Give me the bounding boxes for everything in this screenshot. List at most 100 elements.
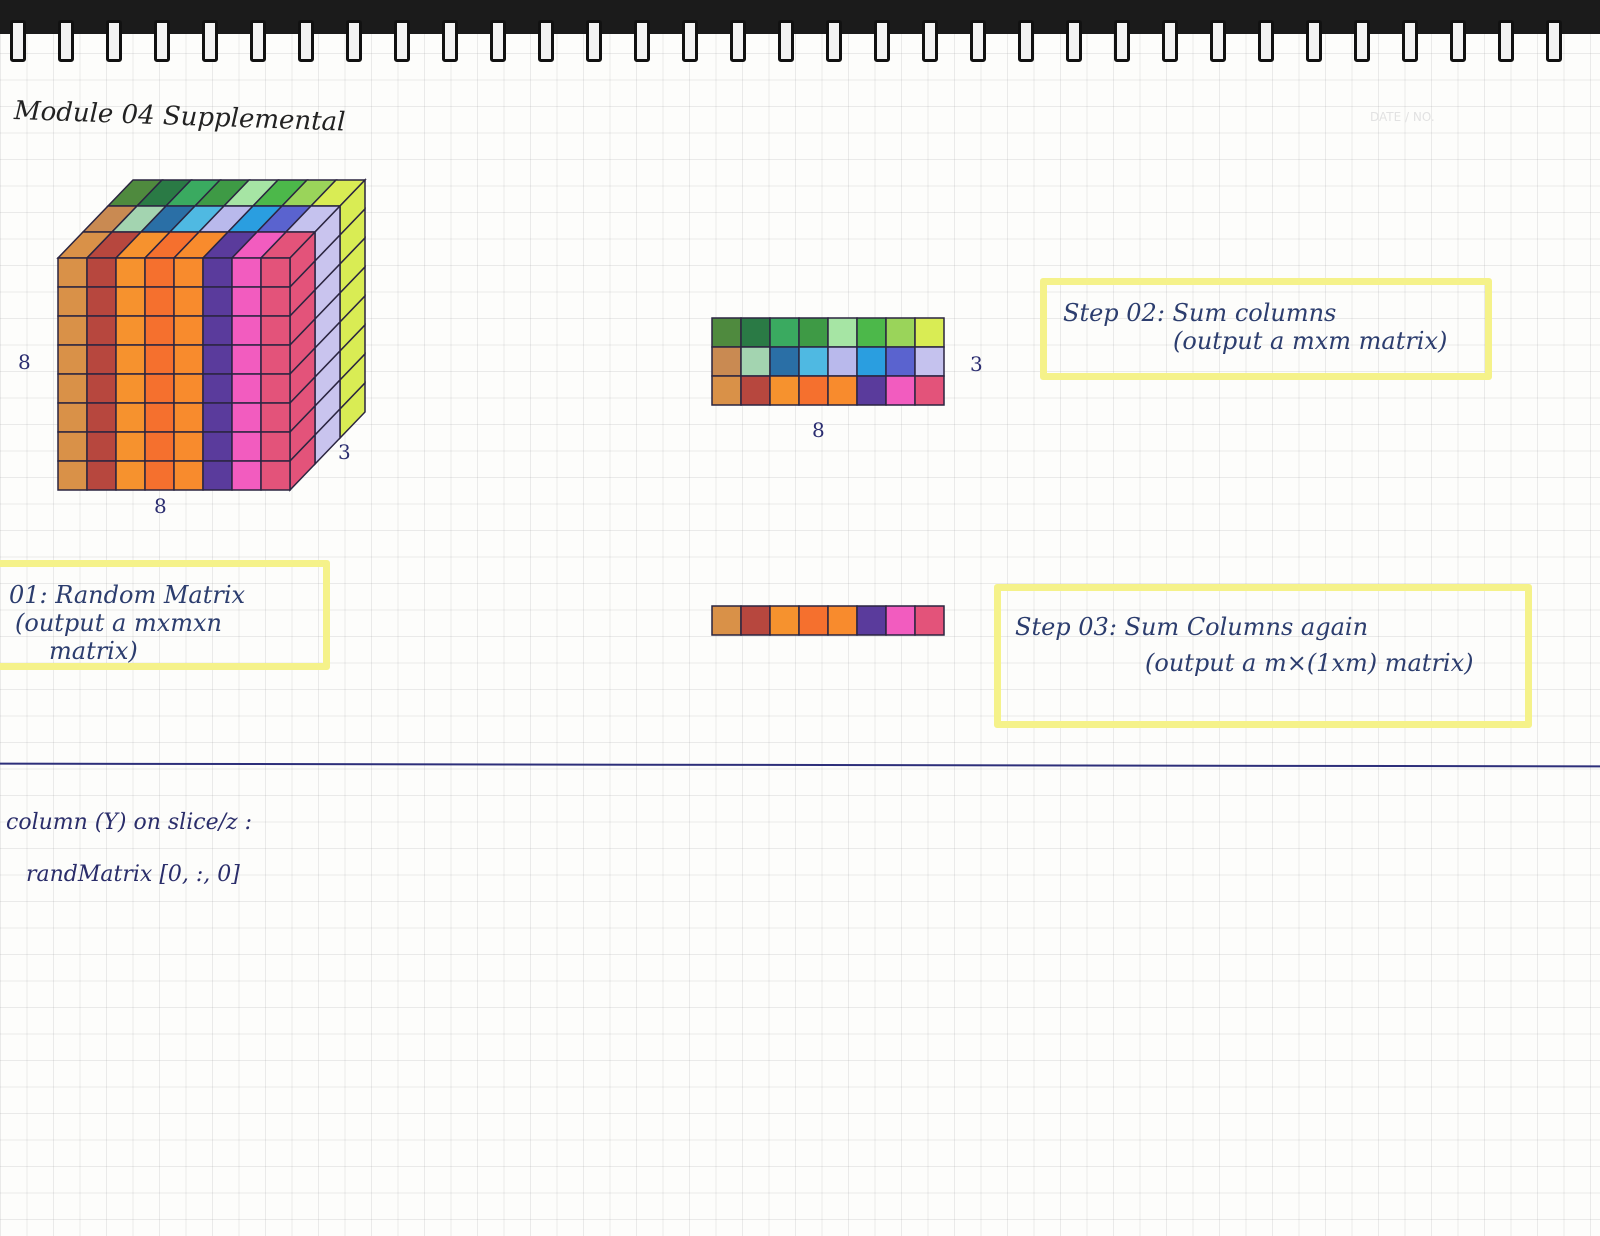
cube-front-cell	[260, 402, 291, 433]
spiral-ring	[1354, 20, 1370, 62]
vector-1x8	[711, 605, 945, 636]
cube-front-cell	[57, 402, 88, 433]
spiral-ring	[1450, 20, 1466, 62]
spiral-ring	[202, 20, 218, 62]
note-randmatrix-index: randMatrix [0, :, 0]	[26, 862, 240, 887]
matrix-cell	[740, 375, 771, 406]
cube-front-cell	[144, 431, 175, 462]
cube-front-cell	[115, 373, 146, 404]
spiral-ring	[1162, 20, 1178, 62]
cube-front-cell	[144, 460, 175, 491]
step01-line3: matrix)	[49, 637, 138, 665]
spiral-ring	[874, 20, 890, 62]
spiral-ring	[250, 20, 266, 62]
cube-front-cell	[231, 286, 262, 317]
cube-front-cell	[115, 431, 146, 462]
spiral-ring	[1546, 20, 1562, 62]
matrix-cell	[740, 346, 771, 377]
matrix-cell	[914, 317, 945, 348]
cube-front-cell	[260, 431, 291, 462]
spiral-ring	[1306, 20, 1322, 62]
cube-height-label: 8	[18, 350, 31, 374]
cube-front-cell	[260, 257, 291, 288]
matrix-cell	[798, 375, 829, 406]
note-column-slice: column (Y) on slice/z :	[6, 810, 252, 835]
cube-front-cell	[115, 286, 146, 317]
vector-cell	[827, 605, 858, 636]
spiral-ring	[394, 20, 410, 62]
spiral-ring	[10, 20, 26, 62]
spiral-ring	[442, 20, 458, 62]
cube-front-cell	[260, 344, 291, 375]
matrix-cols-label: 8	[812, 418, 825, 442]
cube-front-cell	[57, 431, 88, 462]
spiral-ring	[1402, 20, 1418, 62]
spiral-ring	[106, 20, 122, 62]
cube-front-cell	[202, 344, 233, 375]
spiral-ring	[922, 20, 938, 62]
cube-front-cell	[173, 344, 204, 375]
cube-front-cell	[260, 315, 291, 346]
vector-cell	[769, 605, 800, 636]
matrix-cell	[798, 317, 829, 348]
cube-width-label: 8	[154, 494, 167, 518]
cube-front-cell	[173, 460, 204, 491]
matrix-3x8	[711, 317, 945, 406]
cube-front-cell	[144, 344, 175, 375]
vector-cell	[914, 605, 945, 636]
matrix-cell	[769, 375, 800, 406]
cube-front-cell	[173, 402, 204, 433]
cube-front-cell	[231, 344, 262, 375]
matrix-rows-label: 3	[970, 352, 983, 376]
cube-front-cell	[202, 286, 233, 317]
matrix-cell	[827, 317, 858, 348]
step01-callout: 01: Random Matrix (output a mxmxn matrix…	[0, 560, 330, 670]
cube-front-cell	[86, 402, 117, 433]
matrix-cell	[885, 346, 916, 377]
matrix-cell	[856, 346, 887, 377]
cube-front-cell	[144, 315, 175, 346]
cube-front-cell	[57, 315, 88, 346]
cube-front-cell	[202, 257, 233, 288]
matrix-cell	[740, 317, 771, 348]
cube-front-cell	[57, 373, 88, 404]
matrix-cell	[769, 346, 800, 377]
cube-front-cell	[86, 286, 117, 317]
cube-front-cell	[57, 257, 88, 288]
cube-front-cell	[231, 373, 262, 404]
step01-line2: (output a mxmxn	[15, 609, 222, 637]
matrix-cell	[711, 346, 742, 377]
matrix-cell	[711, 317, 742, 348]
spiral-ring	[538, 20, 554, 62]
date-number-label: DATE / NO.	[1370, 110, 1435, 124]
vector-cell	[711, 605, 742, 636]
cube-front-cell	[86, 373, 117, 404]
spiral-ring	[154, 20, 170, 62]
cube-front-cell	[57, 286, 88, 317]
cube-front-cell	[202, 315, 233, 346]
spiral-ring	[1114, 20, 1130, 62]
vector-cell	[885, 605, 916, 636]
matrix-cell	[885, 317, 916, 348]
spiral-ring	[346, 20, 362, 62]
step03-line1: Step 03: Sum Columns again	[1015, 613, 1369, 641]
cube-front-cell	[144, 402, 175, 433]
cube-front-cell	[86, 257, 117, 288]
step02-line1: Step 02: Sum columns	[1063, 299, 1337, 327]
cube-front-cell	[173, 373, 204, 404]
spiral-ring	[826, 20, 842, 62]
spiral-ring	[1258, 20, 1274, 62]
cube-front-cell	[144, 286, 175, 317]
spiral-ring	[970, 20, 986, 62]
vector-cell	[740, 605, 771, 636]
cube-front-cell	[173, 257, 204, 288]
matrix-cell	[769, 317, 800, 348]
cube-front-cell	[144, 373, 175, 404]
matrix-cell	[885, 375, 916, 406]
spiral-ring	[58, 20, 74, 62]
matrix-cell	[711, 375, 742, 406]
cube-front-cell	[144, 257, 175, 288]
vector-cell	[798, 605, 829, 636]
cube-front-cell	[173, 286, 204, 317]
spiral-ring	[1498, 20, 1514, 62]
